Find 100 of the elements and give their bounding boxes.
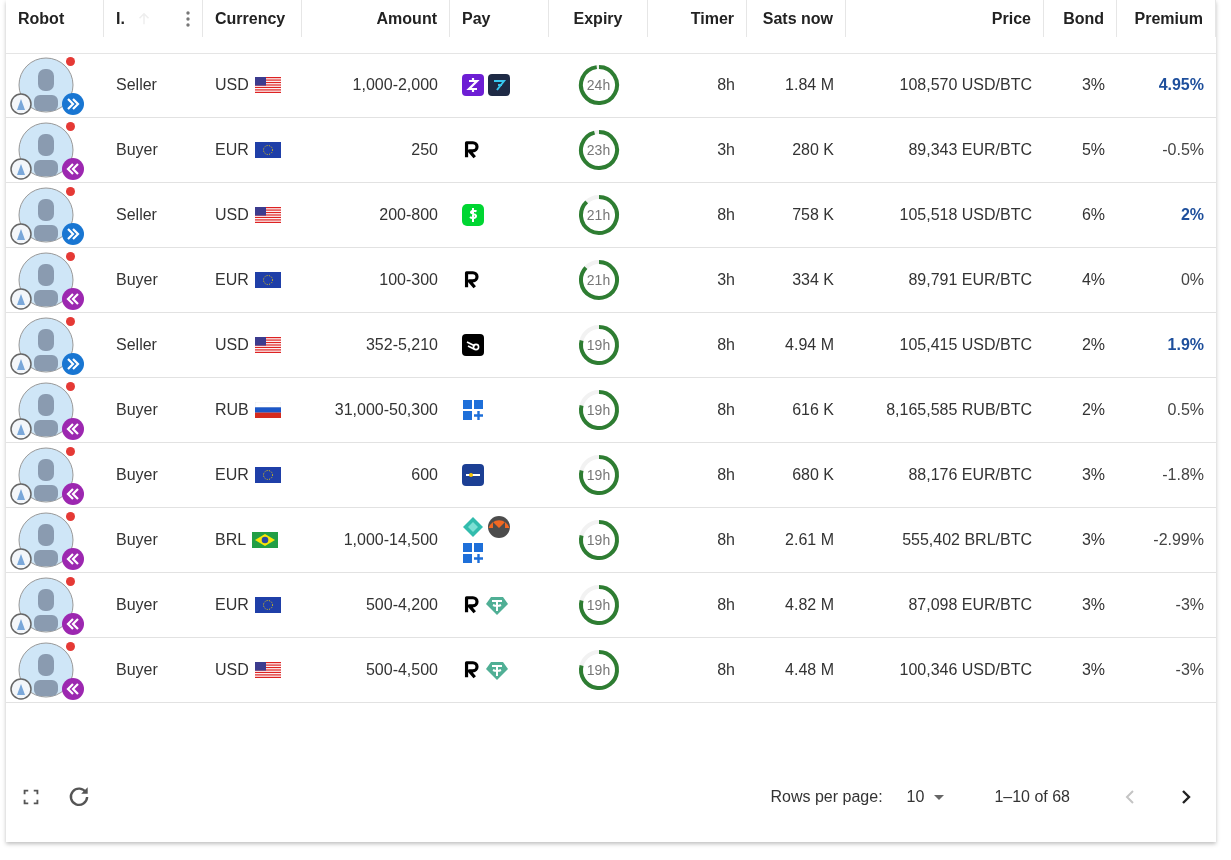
price-value: 87,098 EUR/BTC [908, 596, 1032, 614]
expiry-progress-ring: 21h [576, 193, 621, 237]
sats-amount: 1.84 M [785, 76, 834, 94]
order-side: Seller [116, 206, 157, 224]
column-header[interactable]: Timer [648, 0, 747, 37]
timer-value: 8h [717, 661, 735, 679]
expiry-progress-ring: 19h [576, 453, 621, 497]
column-header[interactable]: Robot [6, 0, 104, 37]
column-header[interactable]: Sats now [747, 0, 846, 37]
sats-amount: 616 K [792, 401, 834, 419]
price-value: 555,402 BRL/BTC [902, 531, 1032, 549]
column-header[interactable]: Amount [302, 0, 450, 37]
column-header[interactable]: Currency [203, 0, 302, 37]
order-side: Buyer [116, 466, 158, 484]
payment-method-icon [488, 74, 510, 96]
bond-percent: 2% [1081, 336, 1105, 354]
price-value: 8,165,585 RUB/BTC [886, 401, 1032, 419]
payment-method-icon [486, 594, 508, 616]
caret-icon [934, 794, 945, 800]
revolut-logo-icon [462, 594, 482, 616]
payment-method-icon [486, 659, 508, 681]
premium-percent: -2.99% [1153, 531, 1204, 549]
flag-icon [254, 272, 281, 288]
revolut-logo-icon [462, 659, 482, 681]
premium-percent: -1.8% [1162, 466, 1204, 484]
currency-code: EUR [215, 466, 249, 484]
amount-range: 1,000-14,500 [343, 531, 438, 549]
amount-range: 1,000-2,000 [352, 76, 438, 94]
bond-percent: 5% [1081, 141, 1105, 159]
expiry-progress-ring: 19h [576, 388, 621, 432]
expiry-progress-ring: 19h [576, 518, 621, 562]
timer-value: 8h [717, 336, 735, 354]
order-side: Buyer [116, 271, 158, 289]
flag-icon [252, 532, 279, 548]
amount-range: 500-4,500 [365, 661, 438, 679]
column-header[interactable]: Price [846, 0, 1044, 37]
status-dot [66, 382, 75, 391]
coordinator-icon [10, 158, 32, 180]
coordinator-icon [10, 678, 32, 700]
order-side: Buyer [116, 596, 158, 614]
premium-percent: -3% [1175, 661, 1204, 679]
timer-value: 3h [717, 271, 735, 289]
status-dot [66, 252, 75, 261]
sats-amount: 4.82 M [785, 596, 834, 614]
price-value: 100,346 USD/BTC [899, 661, 1032, 679]
premium-percent: -3% [1175, 596, 1204, 614]
coordinator-icon [10, 548, 32, 570]
revolut-logo-icon [462, 269, 482, 291]
expiry-progress-ring: 21h [576, 258, 621, 302]
currency-code: BRL [215, 531, 247, 549]
status-dot [66, 122, 75, 131]
timer-value: 8h [717, 596, 735, 614]
timer-value: 3h [717, 141, 735, 159]
expiry-progress-ring: 19h [576, 323, 621, 367]
kebab-menu-icon[interactable] [186, 10, 190, 27]
currency-code: RUB [215, 401, 249, 419]
expiry-progress-ring: 19h [576, 583, 621, 627]
flag-icon [254, 467, 281, 483]
amount-range: 500-4,200 [365, 596, 438, 614]
premium-percent: 2% [1180, 206, 1204, 224]
premium-percent: 0% [1180, 271, 1204, 289]
column-header[interactable]: Premium [1117, 0, 1216, 37]
bond-percent: 3% [1081, 466, 1105, 484]
column-header[interactable]: Expiry [549, 0, 648, 37]
expiry-progress-ring: 24h [576, 63, 621, 107]
expiry-progress-ring: 23h [576, 128, 621, 172]
flag-icon [254, 402, 281, 418]
expiry-progress-ring: 19h [576, 648, 621, 692]
revolut-logo-icon [462, 139, 482, 161]
bond-percent: 3% [1081, 596, 1105, 614]
bond-percent: 2% [1081, 401, 1105, 419]
timer-value: 8h [717, 466, 735, 484]
payment-method-icon [462, 334, 484, 356]
rows-per-page-select[interactable]: 10 [902, 784, 949, 810]
price-value: 108,570 USD/BTC [899, 76, 1032, 94]
column-header[interactable]: Pay [450, 0, 549, 37]
price-value: 88,176 EUR/BTC [908, 466, 1032, 484]
bond-percent: 3% [1081, 531, 1105, 549]
status-dot [66, 447, 75, 456]
currency-code: USD [215, 76, 249, 94]
timer-value: 8h [717, 76, 735, 94]
sats-amount: 4.94 M [785, 336, 834, 354]
sats-amount: 680 K [792, 466, 834, 484]
order-side: Seller [116, 336, 157, 354]
currency-code: USD [215, 206, 249, 224]
status-dot [66, 642, 75, 651]
sats-amount: 280 K [792, 141, 834, 159]
order-side: Buyer [116, 661, 158, 679]
payment-method-icon [462, 542, 484, 564]
bond-percent: 3% [1081, 661, 1105, 679]
status-dot [66, 317, 75, 326]
flag-icon [254, 597, 281, 613]
price-value: 105,415 USD/BTC [899, 336, 1032, 354]
payment-method-icon [462, 516, 484, 538]
coordinator-icon [10, 483, 32, 505]
column-header[interactable]: I. [104, 0, 203, 37]
payment-method-icon [462, 464, 484, 486]
currency-code: USD [215, 336, 249, 354]
status-dot [66, 187, 75, 196]
column-header[interactable]: Bond [1044, 0, 1117, 37]
